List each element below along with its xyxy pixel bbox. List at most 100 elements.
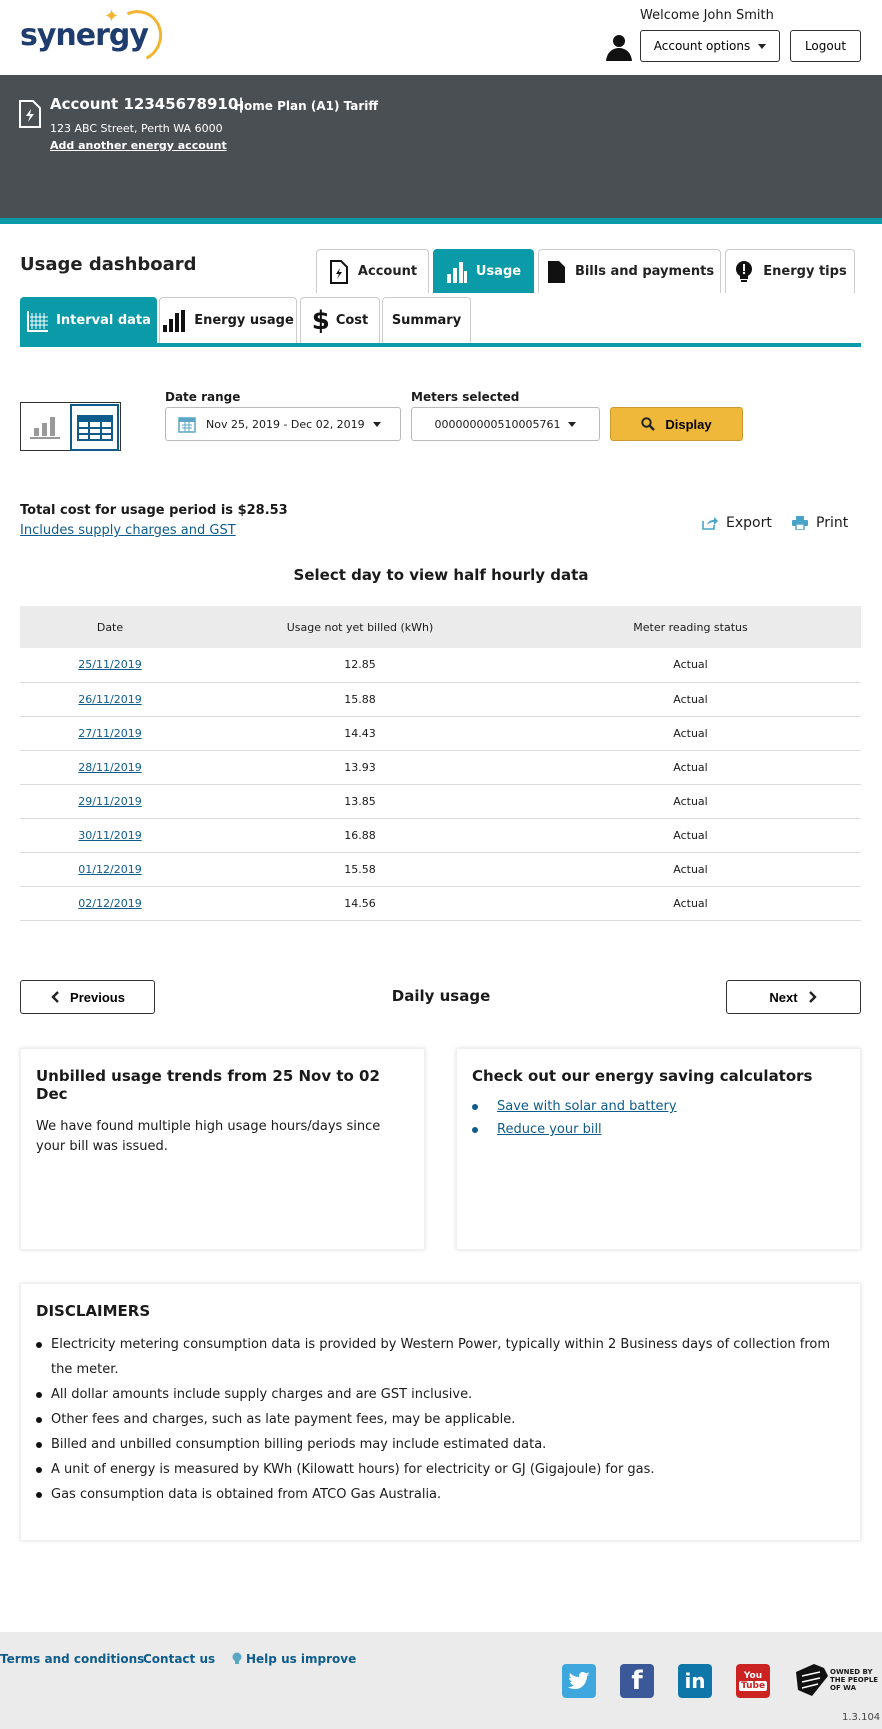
total-cost: Total cost for usage period is $28.53 xyxy=(20,503,288,518)
disclaimers-title: DISCLAIMERS xyxy=(36,1302,151,1320)
status-cell: Actual xyxy=(520,852,861,887)
date-link[interactable]: 25/11/2019 xyxy=(78,658,141,671)
account-bar: Account 12345678910| Home Plan (A1) Tari… xyxy=(0,75,882,293)
export-button[interactable]: Export xyxy=(702,515,772,531)
bar-chart-icon xyxy=(446,261,467,283)
help-improve-link[interactable]: Help us improve xyxy=(232,1652,356,1666)
account-number: Account 12345678910| xyxy=(50,95,244,113)
table-row: 29/11/2019 13.85 Actual xyxy=(20,784,861,819)
tab-usage[interactable]: Usage xyxy=(433,249,534,293)
add-energy-account-link[interactable]: Add another energy account xyxy=(50,139,227,152)
chevron-down-icon xyxy=(758,43,767,49)
display-button[interactable]: Display xyxy=(610,407,743,441)
calculators-title: Check out our energy saving calculators xyxy=(472,1067,813,1085)
display-button-label: Display xyxy=(665,416,712,432)
subtab-label: Energy usage xyxy=(194,313,294,328)
calculators-card: Check out our energy saving calculators … xyxy=(456,1048,861,1250)
usage-cell: 14.56 xyxy=(200,886,520,921)
table-row: 30/11/2019 16.88 Actual xyxy=(20,818,861,853)
next-button[interactable]: Next xyxy=(726,980,861,1014)
usage-cell: 13.93 xyxy=(200,750,520,785)
contact-link[interactable]: Contact us xyxy=(143,1652,215,1666)
table-header-row: Date Usage not yet billed (kWh) Meter re… xyxy=(20,606,861,648)
print-button[interactable]: Print xyxy=(792,515,848,531)
tab-label: Usage xyxy=(475,264,522,279)
facebook-icon[interactable]: f xyxy=(620,1664,654,1698)
tab-account[interactable]: Account xyxy=(316,249,429,293)
date-link[interactable]: 29/11/2019 xyxy=(78,795,141,808)
usage-cell: 15.88 xyxy=(200,682,520,717)
owned-line-2: THE PEOPLE xyxy=(830,1676,879,1684)
terms-link[interactable]: Terms and conditions xyxy=(0,1652,144,1666)
logout-button[interactable]: Logout xyxy=(790,30,861,62)
solar-battery-link[interactable]: Save with solar and battery xyxy=(497,1099,677,1114)
reduce-bill-link[interactable]: Reduce your bill xyxy=(497,1122,602,1137)
twitter-icon[interactable] xyxy=(562,1664,596,1698)
account-options-label: Account options xyxy=(653,39,751,53)
subtab-summary[interactable]: Summary xyxy=(382,297,471,343)
list-item: All dollar amounts include supply charge… xyxy=(36,1382,845,1407)
table-row: 01/12/2019 15.58 Actual xyxy=(20,852,861,887)
top-header: ✦ synergy Welcome John Smith Account opt… xyxy=(0,0,882,75)
status-cell: Actual xyxy=(520,648,861,683)
subtab-interval-data[interactable]: Interval data xyxy=(20,297,157,343)
welcome-text: Welcome John Smith xyxy=(640,8,774,23)
linkedin-icon[interactable]: in xyxy=(678,1664,712,1698)
subtab-underline xyxy=(20,343,861,347)
search-icon xyxy=(641,417,656,431)
youtube-icon[interactable]: You Tube xyxy=(736,1664,770,1698)
lightbulb-icon xyxy=(736,260,753,282)
usage-cell: 14.43 xyxy=(200,716,520,751)
table-view-toggle[interactable] xyxy=(70,404,119,451)
meters-label: Meters selected xyxy=(411,390,520,404)
tab-energy-tips[interactable]: Energy tips xyxy=(725,249,855,293)
date-link[interactable]: 30/11/2019 xyxy=(78,829,141,842)
date-link[interactable]: 01/12/2019 xyxy=(78,863,141,876)
status-cell: Actual xyxy=(520,682,861,717)
date-link[interactable]: 27/11/2019 xyxy=(78,727,141,740)
synergy-logo[interactable]: synergy xyxy=(20,18,149,53)
tab-label: Bills and payments xyxy=(574,264,715,279)
table-row: 28/11/2019 13.93 Actual xyxy=(20,750,861,785)
owned-by-text: OWNED BY THE PEOPLE OF WA xyxy=(830,1668,878,1692)
date-link[interactable]: 26/11/2019 xyxy=(78,693,141,706)
usage-cell: 16.88 xyxy=(200,818,520,853)
owned-line-1: OWNED BY xyxy=(830,1668,873,1676)
calculators-list: Save with solar and battery Reduce your … xyxy=(472,1099,845,1137)
youtube-text-tube: Tube xyxy=(738,1681,768,1691)
date-link[interactable]: 02/12/2019 xyxy=(78,897,141,910)
meters-value: 000000000510005761 xyxy=(434,417,561,431)
grid-chart-icon xyxy=(27,310,49,332)
tab-label: Energy tips xyxy=(763,264,847,279)
table-row: 27/11/2019 14.43 Actual xyxy=(20,716,861,751)
usage-cell: 13.85 xyxy=(200,784,520,819)
date-range-select[interactable]: Nov 25, 2019 - Dec 02, 2019 xyxy=(165,407,401,441)
table-row: 25/11/2019 12.85 Actual xyxy=(20,648,861,683)
view-toggle xyxy=(20,402,121,451)
chart-view-toggle[interactable] xyxy=(21,403,69,450)
teal-divider xyxy=(0,218,882,224)
bar-chart-icon xyxy=(163,309,186,332)
includes-charges-link[interactable]: Includes supply charges and GST xyxy=(20,523,236,538)
column-header-status: Meter reading status xyxy=(520,606,861,648)
status-cell: Actual xyxy=(520,716,861,751)
tab-label: Account xyxy=(357,264,418,279)
meters-select[interactable]: 000000000510005761 xyxy=(411,407,600,441)
column-header-usage: Usage not yet billed (kWh) xyxy=(200,606,520,648)
tab-bills-and-payments[interactable]: Bills and payments xyxy=(538,249,721,293)
subtab-label: Interval data xyxy=(56,313,151,328)
document-lightning-icon xyxy=(329,259,348,284)
wa-government-logo xyxy=(796,1664,828,1696)
document-icon xyxy=(547,260,565,283)
status-cell: Actual xyxy=(520,750,861,785)
subtab-cost[interactable]: $ Cost xyxy=(300,297,380,343)
account-options-button[interactable]: Account options xyxy=(640,30,780,62)
list-item: Gas consumption data is obtained from AT… xyxy=(36,1482,845,1507)
trends-body: We have found multiple high usage hours/… xyxy=(36,1119,381,1154)
subtab-energy-usage[interactable]: Energy usage xyxy=(159,297,297,343)
help-improve-label: Help us improve xyxy=(246,1652,357,1666)
dollar-icon: $ xyxy=(311,305,330,336)
usage-trends-card: Unbilled usage trends from 25 Nov to 02 … xyxy=(20,1048,425,1250)
page-title: Usage dashboard xyxy=(20,254,197,275)
date-link[interactable]: 28/11/2019 xyxy=(78,761,141,774)
